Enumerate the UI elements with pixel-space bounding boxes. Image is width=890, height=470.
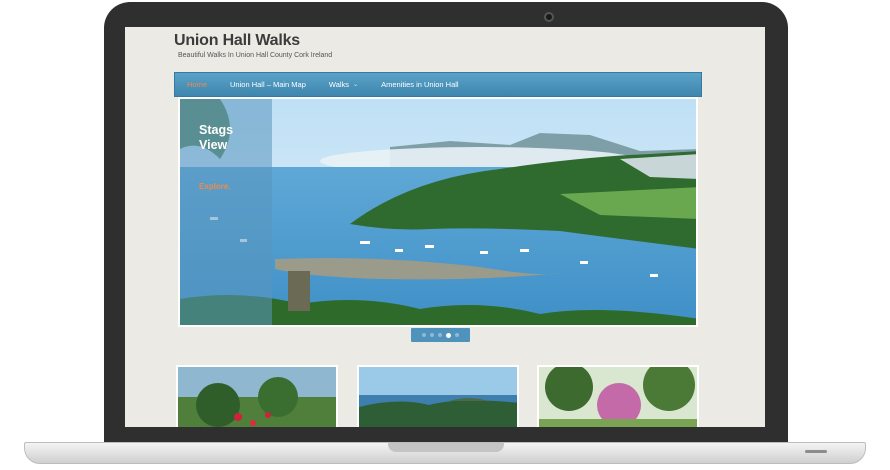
nav-item-label: Home	[187, 80, 208, 89]
laptop-indicator-led	[805, 450, 827, 453]
chevron-down-icon: ⌄	[353, 82, 359, 88]
nav-item-label: Amenities in Union Hall	[381, 80, 459, 89]
slider-pagination	[411, 328, 470, 342]
thumbnail-image	[178, 367, 336, 427]
slide-title-line: Stags	[199, 123, 234, 137]
walk-thumbnail-1[interactable]	[176, 365, 338, 427]
hero-slider[interactable]: Stags View Explore.	[178, 97, 698, 327]
slider-dot[interactable]	[438, 333, 442, 337]
slider-dot[interactable]	[455, 333, 459, 337]
nav-item-main-map[interactable]: Union Hall – Main Map	[230, 80, 306, 89]
nav-item-amenities[interactable]: Amenities in Union Hall	[381, 80, 459, 89]
site-tagline: Beautiful Walks In Union Hall County Cor…	[178, 52, 333, 59]
nav-item-walks[interactable]: Walks ⌄	[329, 80, 358, 89]
walk-thumbnail-3[interactable]	[537, 365, 699, 427]
laptop-base	[24, 442, 866, 464]
webcam-icon	[544, 12, 554, 22]
browser-viewport: Union Hall Walks Beautiful Walks In Unio…	[125, 27, 765, 427]
slide-title: Stags View	[199, 123, 259, 153]
laptop-base-notch	[388, 443, 504, 452]
slide-explore-link[interactable]: Explore.	[199, 182, 231, 191]
main-nav: Home Union Hall – Main Map Walks ⌄ Amenit…	[174, 72, 702, 97]
thumbnail-image	[359, 367, 517, 427]
thumbnail-image	[539, 367, 697, 427]
slide-title-line: View	[199, 138, 228, 152]
nav-item-home[interactable]: Home	[187, 80, 207, 89]
nav-item-label: Union Hall – Main Map	[230, 80, 306, 89]
slider-dot[interactable]	[422, 333, 426, 337]
nav-item-label: Walks	[328, 80, 350, 89]
walk-thumbnail-2[interactable]	[357, 365, 519, 427]
slider-dot-active[interactable]	[446, 332, 451, 338]
site-title[interactable]: Union Hall Walks	[174, 32, 300, 50]
slider-dot[interactable]	[430, 333, 434, 337]
